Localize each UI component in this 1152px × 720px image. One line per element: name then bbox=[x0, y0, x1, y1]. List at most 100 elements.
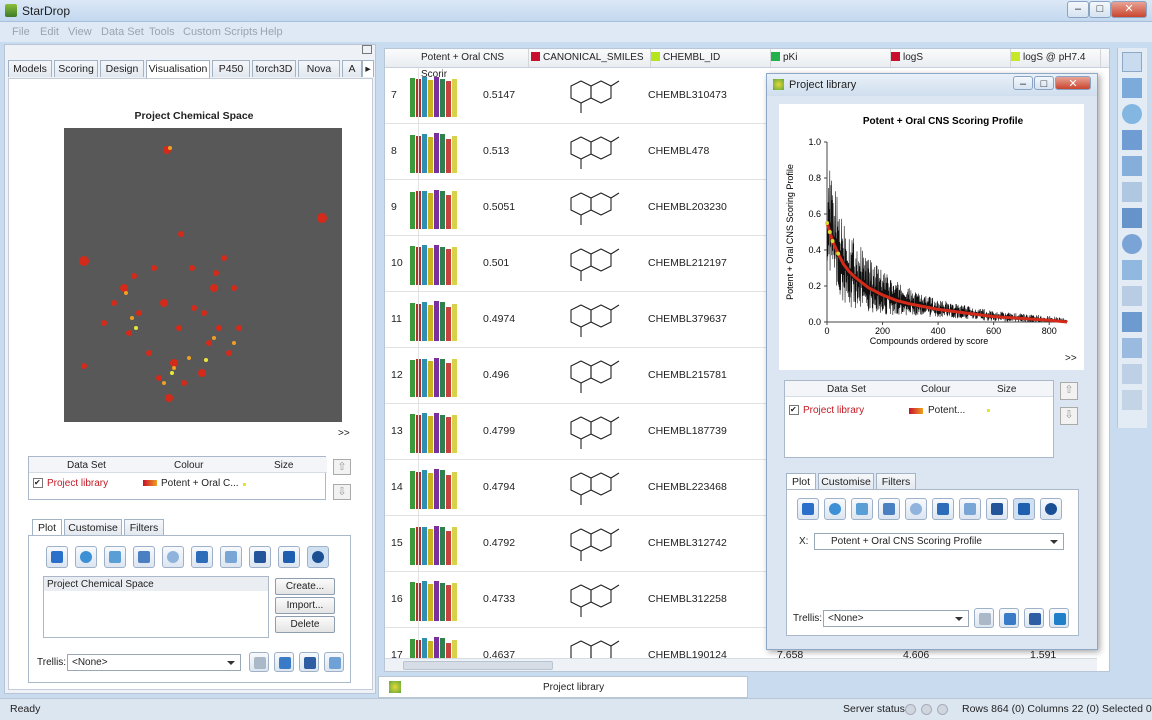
menu-tools[interactable]: Tools bbox=[149, 26, 175, 38]
float-radar-icon[interactable] bbox=[905, 498, 927, 520]
menu-file[interactable]: File bbox=[12, 26, 30, 38]
float-matrix-icon[interactable] bbox=[878, 498, 900, 520]
float-scatter-icon[interactable] bbox=[851, 498, 873, 520]
tab-models[interactable]: Models bbox=[8, 60, 52, 77]
line-plot-icon[interactable] bbox=[220, 546, 242, 568]
bar-chart-icon[interactable] bbox=[46, 546, 68, 568]
maximize-button[interactable]: □ bbox=[1089, 1, 1111, 18]
table-row[interactable]: 12 0.496 CHEMBL215781 bbox=[385, 348, 775, 404]
tab-scoring[interactable]: Scoring bbox=[54, 60, 98, 77]
table-row[interactable]: 13 0.4799 CHEMBL187739 bbox=[385, 404, 775, 460]
float-dataset-checkbox[interactable]: ✔ bbox=[789, 405, 799, 415]
structure-icon[interactable] bbox=[1122, 104, 1142, 124]
float-dataset-name[interactable]: Project library bbox=[803, 405, 864, 416]
col-score[interactable]: Potent + Oral CNS Scorir bbox=[421, 49, 529, 80]
search-icon[interactable] bbox=[1122, 234, 1142, 254]
chemical-space-plot[interactable] bbox=[64, 128, 342, 422]
profile-plot-icon[interactable] bbox=[278, 546, 300, 568]
create-button[interactable]: Create... bbox=[275, 578, 335, 595]
close-button[interactable]: ✕ bbox=[1111, 1, 1147, 18]
col-smiles[interactable]: CANONICAL_SMILES bbox=[531, 49, 651, 67]
import-button[interactable]: Import... bbox=[275, 597, 335, 614]
export-data-icon[interactable] bbox=[1122, 390, 1142, 410]
tab-visualisation[interactable]: Visualisation bbox=[146, 60, 210, 78]
col-pki[interactable]: pKi bbox=[771, 49, 891, 67]
tab-design[interactable]: Design bbox=[100, 60, 144, 77]
scrollbar-thumb[interactable] bbox=[403, 661, 553, 670]
table-row[interactable]: 7 0.5147 CHEMBL310473 bbox=[385, 68, 775, 124]
report-icon[interactable] bbox=[1122, 78, 1142, 98]
undock-icon[interactable] bbox=[362, 45, 372, 54]
table-row[interactable]: 8 0.513 CHEMBL478 bbox=[385, 124, 775, 180]
tab-scroll-right[interactable]: ▸ bbox=[362, 60, 374, 77]
filter-icon[interactable] bbox=[1122, 286, 1142, 306]
tab-p450[interactable]: P450 bbox=[212, 60, 250, 77]
float-open-folder-icon[interactable] bbox=[999, 608, 1019, 628]
plot-list[interactable]: Project Chemical Space bbox=[43, 576, 269, 638]
float-box-plot-icon[interactable] bbox=[932, 498, 954, 520]
trellis-select[interactable]: <None> bbox=[67, 654, 241, 671]
col-logs[interactable]: logS bbox=[891, 49, 1011, 67]
histogram-icon[interactable] bbox=[249, 546, 271, 568]
tab-nova[interactable]: Nova bbox=[298, 60, 340, 77]
float-profile-icon[interactable] bbox=[1013, 498, 1035, 520]
tab-torch3d[interactable]: torch3D bbox=[252, 60, 296, 77]
table-row[interactable]: 14 0.4794 CHEMBL223468 bbox=[385, 460, 775, 516]
calculator-icon[interactable] bbox=[1122, 338, 1142, 358]
table-row[interactable]: 16 0.4733 CHEMBL312258 bbox=[385, 572, 775, 628]
tab-customise[interactable]: Customise bbox=[64, 519, 122, 536]
table-icon[interactable] bbox=[1122, 156, 1142, 176]
x-axis-select[interactable]: Potent + Oral CNS Scoring Profile bbox=[814, 533, 1064, 550]
function-icon[interactable] bbox=[1122, 312, 1142, 332]
float-move-down-button[interactable]: ⇩ bbox=[1060, 407, 1078, 425]
grid-tab-project-library[interactable]: Project library bbox=[378, 676, 748, 698]
menu-data-set[interactable]: Data Set bbox=[101, 26, 144, 38]
box-plot-icon[interactable] bbox=[191, 546, 213, 568]
text-icon[interactable] bbox=[1122, 130, 1142, 150]
move-up-button[interactable]: ⇧ bbox=[333, 459, 351, 475]
col-chembl-id[interactable]: CHEMBL_ID bbox=[651, 49, 771, 67]
float-bar-chart-icon[interactable] bbox=[797, 498, 819, 520]
menu-custom-scripts[interactable]: Custom Scripts bbox=[183, 26, 258, 38]
scatter-plot-icon[interactable] bbox=[104, 546, 126, 568]
copy-icon[interactable] bbox=[1122, 364, 1142, 384]
float-move-up-button[interactable]: ⇧ bbox=[1060, 382, 1078, 400]
more-options-link[interactable]: >> bbox=[338, 428, 350, 439]
menu-help[interactable]: Help bbox=[260, 26, 283, 38]
sort-icon[interactable] bbox=[1122, 260, 1142, 280]
float-histogram-icon[interactable] bbox=[986, 498, 1008, 520]
menu-view[interactable]: View bbox=[68, 26, 92, 38]
tab-a[interactable]: A bbox=[342, 60, 362, 77]
trellis-grid-icon[interactable] bbox=[249, 652, 269, 672]
save-icon[interactable] bbox=[299, 652, 319, 672]
float-trellis-select[interactable]: <None> bbox=[823, 610, 969, 627]
minimize-button[interactable]: – bbox=[1067, 1, 1089, 18]
table-row[interactable]: 11 0.4974 CHEMBL379637 bbox=[385, 292, 775, 348]
table-row[interactable]: 10 0.501 CHEMBL212197 bbox=[385, 236, 775, 292]
float-pie-chart-icon[interactable] bbox=[824, 498, 846, 520]
col-logs-ph[interactable]: logS @ pH7.4 bbox=[1011, 49, 1101, 67]
float-more-link[interactable]: >> bbox=[1065, 353, 1077, 364]
radar-plot-icon[interactable] bbox=[162, 546, 184, 568]
grid-view-icon[interactable] bbox=[1122, 52, 1142, 72]
matrix-plot-icon[interactable] bbox=[133, 546, 155, 568]
float-tab-customise[interactable]: Customise bbox=[818, 473, 874, 490]
float-line-plot-icon[interactable] bbox=[959, 498, 981, 520]
menu-edit[interactable]: Edit bbox=[40, 26, 59, 38]
float-minimize-button[interactable]: – bbox=[1013, 76, 1033, 90]
float-save-icon[interactable] bbox=[1024, 608, 1044, 628]
table-row[interactable]: 9 0.5051 CHEMBL203230 bbox=[385, 180, 775, 236]
tab-filters[interactable]: Filters bbox=[124, 519, 164, 536]
move-down-button[interactable]: ⇩ bbox=[333, 484, 351, 500]
pie-chart-icon[interactable] bbox=[75, 546, 97, 568]
delete-button[interactable]: Delete bbox=[275, 616, 335, 633]
chemical-space-icon[interactable] bbox=[307, 546, 329, 568]
score-profile-plot[interactable]: Potent + Oral CNS Scoring Profile 0.0 0.2 0… bbox=[779, 104, 1084, 370]
float-close-button[interactable]: ✕ bbox=[1055, 76, 1091, 90]
columns-icon[interactable] bbox=[1122, 182, 1142, 202]
float-close-plot-icon[interactable] bbox=[1049, 608, 1069, 628]
open-folder-icon[interactable] bbox=[274, 652, 294, 672]
dataset-checkbox[interactable]: ✔ bbox=[33, 478, 43, 488]
table-row[interactable]: 15 0.4792 CHEMBL312742 bbox=[385, 516, 775, 572]
dataset-name[interactable]: Project library bbox=[47, 478, 108, 489]
